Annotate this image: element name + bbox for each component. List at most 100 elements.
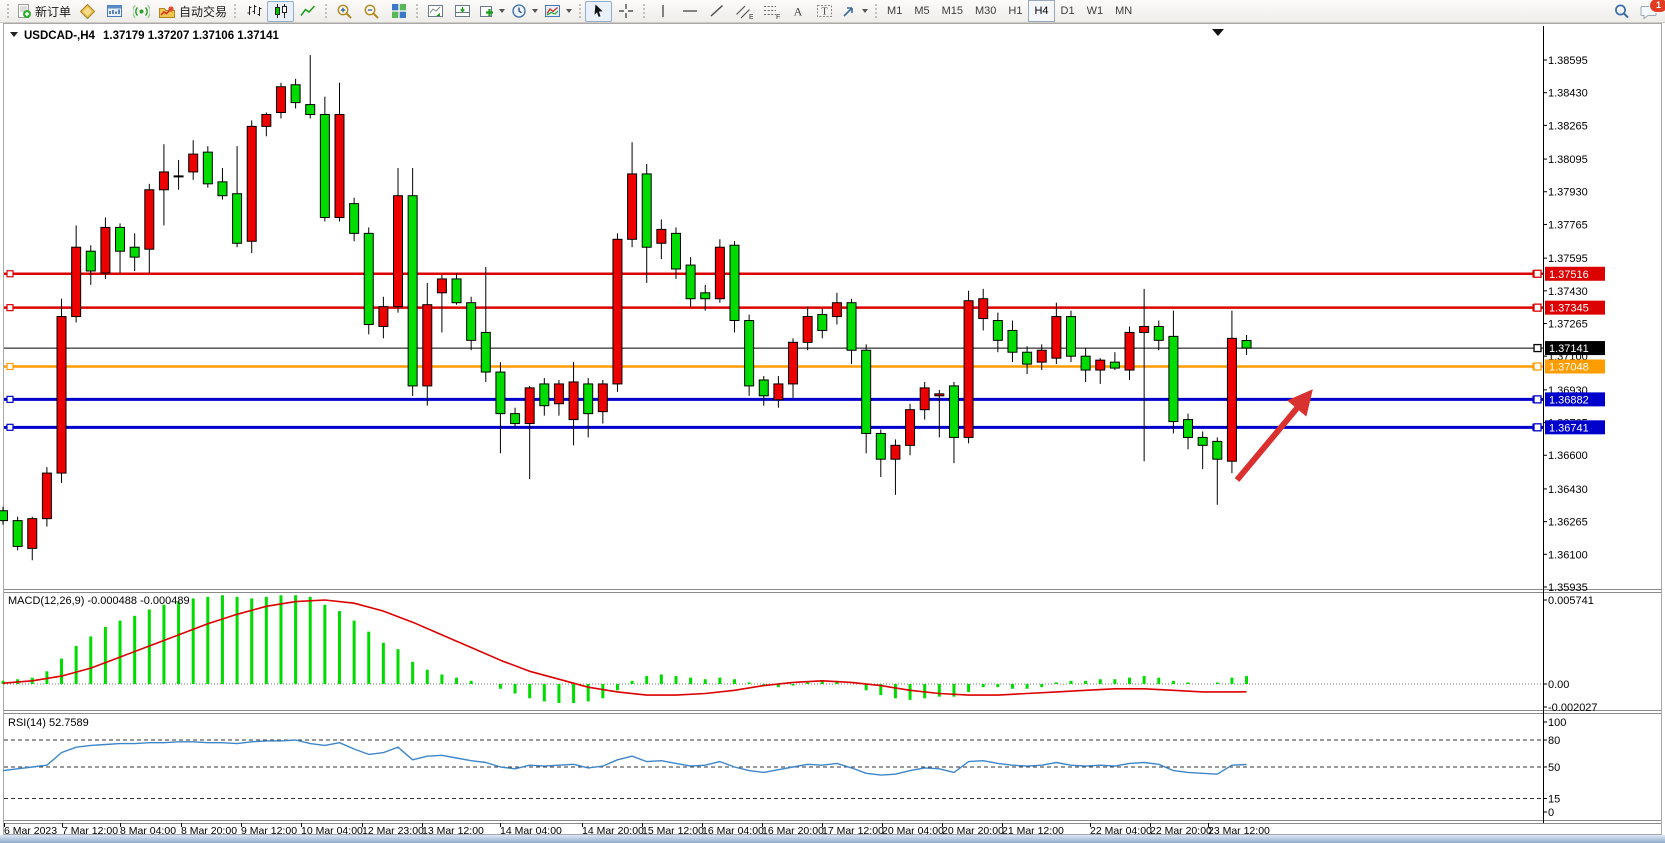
vertical-line-tool-button[interactable] <box>649 1 676 22</box>
fibonacci-icon: F <box>762 3 780 20</box>
candle-body <box>130 247 139 257</box>
timeframe-button-mn[interactable]: MN <box>1109 0 1138 22</box>
search-icon <box>1613 3 1630 20</box>
candle-body <box>13 521 22 547</box>
candle-body <box>116 227 125 251</box>
add-indicator-button[interactable] <box>476 1 508 22</box>
toolbar-grip[interactable] <box>324 3 328 19</box>
timeframe-button-m15[interactable]: M15 <box>936 0 969 22</box>
badge-handle[interactable] <box>1534 424 1541 431</box>
indicator-window-button[interactable] <box>422 1 449 22</box>
candle-body <box>335 114 344 217</box>
new-order-button[interactable]: 新订单 <box>13 1 74 22</box>
template-button[interactable] <box>541 1 575 22</box>
candle-body <box>452 279 461 303</box>
price-axis-label: 1.37430 <box>1548 286 1588 298</box>
candle-body <box>28 519 37 549</box>
toolbar-grip[interactable] <box>578 3 582 19</box>
indicator-subwindow-icon <box>454 3 471 19</box>
arrows-tool-button[interactable] <box>838 1 871 22</box>
macd-bar <box>601 684 604 698</box>
auto-trading-button[interactable]: 自动交易 <box>155 1 230 22</box>
timeframe-button-d1[interactable]: D1 <box>1055 0 1081 22</box>
search-button[interactable] <box>1608 1 1635 22</box>
timeframe-button-h4[interactable]: H4 <box>1028 0 1054 22</box>
timeframe-button-m5[interactable]: M5 <box>908 0 935 22</box>
macd-axis-label: -0.002027 <box>1548 702 1598 714</box>
macd-bar <box>119 621 122 684</box>
macd-bar <box>1026 684 1029 689</box>
hline-handle[interactable] <box>7 271 13 277</box>
candle-body <box>628 174 637 239</box>
crosshair-tool-button[interactable] <box>612 1 639 22</box>
timeframe-button-m1[interactable]: M1 <box>881 0 908 22</box>
badge-handle[interactable] <box>1534 304 1541 311</box>
macd-bar <box>367 632 370 684</box>
price-axis-label: 1.37595 <box>1548 253 1588 265</box>
toolbar-grip[interactable] <box>6 3 10 19</box>
chat-button[interactable]: 1 <box>1635 1 1662 22</box>
market-watch-button[interactable] <box>74 1 101 22</box>
zoom-out-button[interactable] <box>358 1 385 22</box>
indicator-subwindow-button[interactable] <box>449 1 476 22</box>
cursor-tool-button[interactable] <box>585 1 612 22</box>
macd-bar <box>382 643 385 684</box>
template-caret <box>566 9 572 13</box>
timeframe-button-m30[interactable]: M30 <box>969 0 1002 22</box>
macd-bar <box>60 659 63 684</box>
candle-body <box>745 321 754 386</box>
candle-body <box>174 176 183 177</box>
hline-handle[interactable] <box>7 424 13 430</box>
candle-body <box>291 85 300 103</box>
candle-body <box>993 321 1002 341</box>
badge-handle[interactable] <box>1534 345 1541 352</box>
data-window-button[interactable] <box>101 1 128 22</box>
hline-handle[interactable] <box>7 396 13 402</box>
vertical-line-icon <box>656 3 670 19</box>
macd-bar <box>1230 678 1233 684</box>
macd-bar <box>455 678 458 684</box>
macd-bar <box>353 621 356 684</box>
timeframe-button-h1[interactable]: H1 <box>1002 0 1028 22</box>
text-tool-button[interactable]: A <box>784 1 811 22</box>
chart-ohlc-values: 1.37179 1.37207 1.37106 1.37141 <box>103 30 279 42</box>
price-axis-label: 1.38095 <box>1548 154 1588 166</box>
toolbar-grip[interactable] <box>415 3 419 19</box>
zoom-in-button[interactable] <box>331 1 358 22</box>
clock-icon <box>511 3 527 19</box>
zoom-in-icon <box>336 3 353 20</box>
bar-chart-type-button[interactable] <box>240 1 267 22</box>
badge-handle[interactable] <box>1534 363 1541 370</box>
chart-canvas[interactable]: USDCAD-,H41.37179 1.37207 1.37106 1.3714… <box>0 0 1665 843</box>
macd-bar <box>470 681 473 684</box>
candle-body <box>159 172 168 190</box>
hline-handle[interactable] <box>7 363 13 369</box>
macd-bar <box>206 597 209 684</box>
signals-button[interactable] <box>128 1 155 22</box>
trendline-tool-button[interactable] <box>703 1 730 22</box>
horizontal-line-tool-button[interactable] <box>676 1 703 22</box>
toolbar-grip[interactable] <box>874 3 878 19</box>
text-label-tool-button[interactable]: T <box>811 1 838 22</box>
candle-body <box>364 233 373 324</box>
hline-handle[interactable] <box>7 305 13 311</box>
timeframe-button-w1[interactable]: W1 <box>1081 0 1110 22</box>
macd-bar <box>572 684 575 703</box>
badge-handle[interactable] <box>1534 270 1541 277</box>
macd-bar <box>806 682 809 684</box>
macd-bar <box>162 605 165 684</box>
toolbar-grip[interactable] <box>642 3 646 19</box>
macd-bar <box>89 636 92 684</box>
toolbar-grip[interactable] <box>233 3 237 19</box>
candle-body <box>1125 332 1134 370</box>
badge-handle[interactable] <box>1534 396 1541 403</box>
fibonacci-tool-button[interactable]: F <box>757 1 784 22</box>
candle-body <box>57 317 66 474</box>
period-button[interactable] <box>508 1 541 22</box>
line-chart-type-button[interactable] <box>294 1 321 22</box>
channel-tool-button[interactable]: E <box>730 1 757 22</box>
candle-body <box>818 315 827 331</box>
tile-windows-button[interactable] <box>385 1 412 22</box>
gold-diamond-icon <box>79 3 96 20</box>
candlestick-chart-type-button[interactable] <box>267 1 294 22</box>
